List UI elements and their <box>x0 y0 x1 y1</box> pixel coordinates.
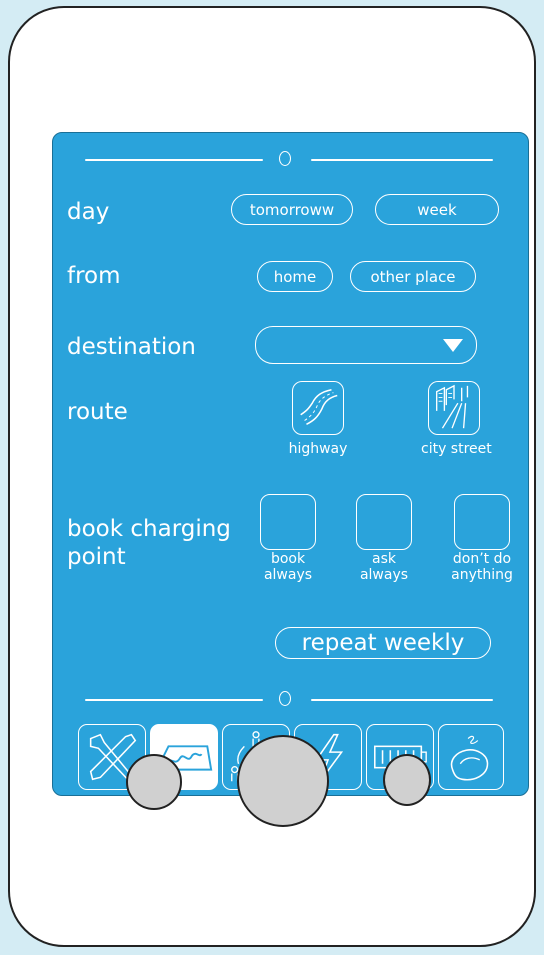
city-street-icon <box>436 384 469 429</box>
dropdown-arrow-icon <box>443 339 463 352</box>
destination-label: destination <box>67 334 196 360</box>
book-always-caption: book always <box>263 551 313 583</box>
top-divider <box>85 151 493 169</box>
destination-select[interactable] <box>255 326 477 364</box>
day-week-button[interactable]: week <box>375 194 499 225</box>
circle-indicator-icon <box>279 691 291 706</box>
book-always-option[interactable] <box>260 494 316 550</box>
ask-always-caption: ask always <box>359 551 409 583</box>
from-other-place-button[interactable]: other place <box>350 261 476 292</box>
device-frame: day tomorroww week from home other place… <box>8 6 536 947</box>
from-home-button[interactable]: home <box>257 261 333 292</box>
dont-do-anything-option[interactable] <box>454 494 510 550</box>
highway-option[interactable] <box>292 381 344 435</box>
highway-icon <box>300 388 338 426</box>
circle-indicator-icon <box>279 151 291 166</box>
tab-accident[interactable] <box>438 724 504 790</box>
car-crash-icon <box>450 735 489 781</box>
bottom-divider <box>85 691 493 709</box>
highway-caption: highway <box>288 441 348 457</box>
day-label: day <box>67 199 110 225</box>
screen: day tomorroww week from home other place… <box>52 132 529 796</box>
ask-always-option[interactable] <box>356 494 412 550</box>
city-street-caption: city street <box>421 441 492 457</box>
city-street-option[interactable] <box>428 381 480 435</box>
home-hardware-button[interactable] <box>237 735 329 827</box>
left-hardware-button[interactable] <box>126 754 182 810</box>
dont-do-anything-caption: don’t do anything <box>451 551 513 583</box>
right-hardware-button[interactable] <box>383 754 431 806</box>
from-label: from <box>67 263 121 289</box>
book-charging-label: book charging point <box>67 516 231 570</box>
repeat-weekly-button[interactable]: repeat weekly <box>275 627 491 659</box>
day-tomorrow-button[interactable]: tomorroww <box>231 194 353 225</box>
route-label: route <box>67 399 128 425</box>
